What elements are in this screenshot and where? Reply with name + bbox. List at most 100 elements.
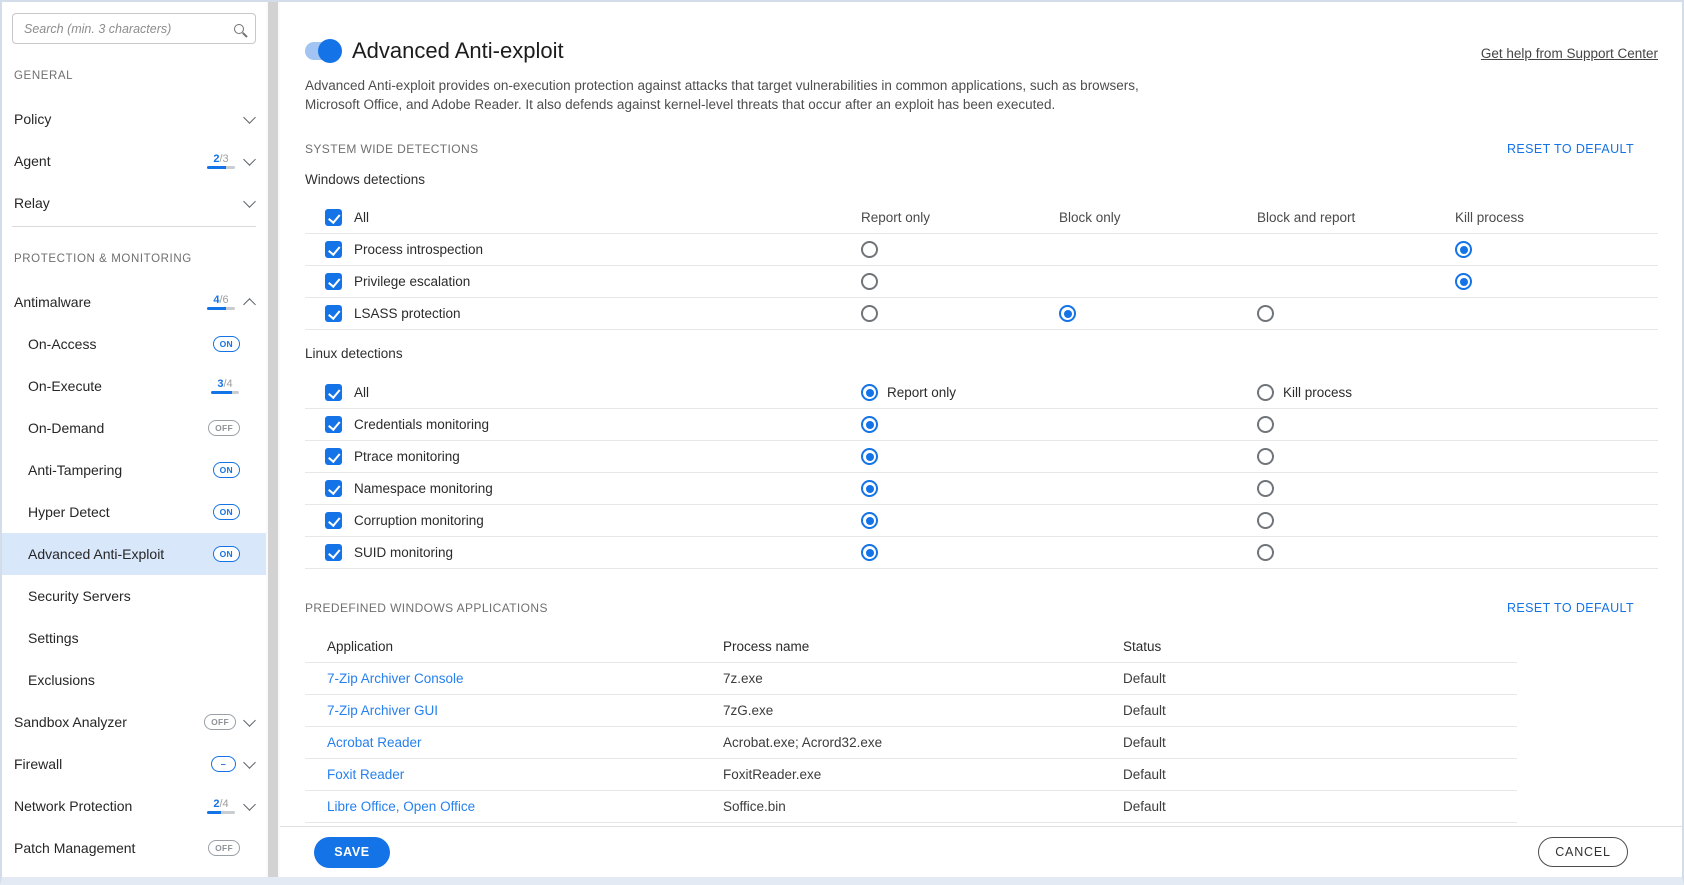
sidebar-item-antimalware[interactable]: Antimalware 4/6 (2, 281, 266, 323)
reset-to-default-button[interactable]: RESET TO DEFAULT (1507, 601, 1634, 615)
advanced-anti-exploit-toggle[interactable] (305, 39, 342, 63)
sidebar-item-label: Relay (14, 195, 50, 211)
radio-report-only[interactable] (861, 273, 878, 290)
progress-badge-text: 2/4 (213, 798, 229, 810)
column-header-process-name: Process name (723, 639, 810, 654)
sidebar-item-firewall[interactable]: Firewall – (2, 743, 266, 785)
radio-block-only[interactable] (1059, 305, 1076, 322)
checkbox-all[interactable] (325, 209, 342, 226)
status-value: Default (1123, 767, 1166, 782)
table-row: Libre Office, Open Office Soffice.bin Defa… (305, 791, 1517, 823)
sidebar-item-hyper-detect[interactable]: Hyper Detect ON (2, 491, 266, 533)
radio-report-only[interactable] (861, 384, 878, 401)
sidebar-item-sandbox-analyzer[interactable]: Sandbox Analyzer OFF (2, 701, 266, 743)
save-button[interactable]: SAVE (314, 836, 390, 868)
sidebar-item-patch-management[interactable]: Patch Management OFF (2, 827, 266, 869)
sidebar-item-meta: 2/3 (206, 152, 256, 169)
radio-kill-process[interactable] (1257, 512, 1274, 529)
radio-report-only[interactable] (861, 544, 878, 561)
checkbox-lsass-protection[interactable] (325, 305, 342, 322)
policy-settings-page: GENERAL Policy Agent 2/3 Relay PROTECTION & M… (0, 0, 1684, 885)
sidebar-item-meta (243, 110, 256, 124)
windows-detections-label: Windows detections (305, 172, 426, 187)
app-link-acrobat-reader[interactable]: Acrobat Reader (327, 735, 422, 750)
sidebar-item-settings[interactable]: Settings (2, 617, 266, 659)
checkbox-corruption-monitoring[interactable] (325, 512, 342, 529)
search-icon (234, 23, 244, 34)
radio-kill-process[interactable] (1257, 480, 1274, 497)
checkbox-ptrace-monitoring[interactable] (325, 448, 342, 465)
radio-report-only[interactable] (861, 448, 878, 465)
sidebar-item-security-servers[interactable]: Security Servers (2, 575, 266, 617)
radio-kill-process[interactable] (1257, 544, 1274, 561)
sidebar-item-label: On-Access (28, 336, 97, 352)
checkbox-privilege-escalation[interactable] (325, 273, 342, 290)
reset-to-default-button[interactable]: RESET TO DEFAULT (1507, 142, 1634, 156)
support-center-link[interactable]: Get help from Support Center (1481, 46, 1658, 61)
sidebar-item-agent[interactable]: Agent 2/3 (2, 140, 266, 182)
column-header-block-and-report: Block and report (1257, 210, 1356, 225)
detection-row: Privilege escalation (305, 266, 1658, 298)
toggle-knob-icon (318, 39, 342, 63)
radio-block-and-report[interactable] (1257, 305, 1274, 322)
sidebar-item-meta: OFF (204, 713, 256, 730)
checkbox-process-introspection[interactable] (325, 241, 342, 258)
sidebar-item-policy[interactable]: Policy (2, 98, 266, 140)
checkbox-credentials-monitoring[interactable] (325, 416, 342, 433)
search-input[interactable] (22, 20, 234, 37)
sidebar-item-relay[interactable]: Relay (2, 182, 266, 224)
app-link-7-zip-archiver-console[interactable]: 7-Zip Archiver Console (327, 671, 464, 686)
sidebar-item-meta: ON (212, 336, 240, 352)
sidebar-navigation: GENERAL Policy Agent 2/3 Relay PROTECTION & M… (2, 70, 266, 869)
sidebar-scrollbar[interactable] (266, 2, 280, 877)
radio-report-only[interactable] (861, 416, 878, 433)
status-badge-on: ON (212, 336, 240, 352)
sidebar-item-label: On-Demand (28, 420, 105, 436)
status-badge-off: OFF (208, 420, 240, 436)
sidebar-item-on-demand[interactable]: On-Demand OFF (2, 407, 266, 449)
sidebar-item-label: Advanced Anti-Exploit (28, 546, 165, 562)
detection-row: Process introspection (305, 234, 1658, 266)
detection-label: Ptrace monitoring (354, 449, 460, 464)
progress-badge: 3/4 (210, 378, 240, 394)
radio-kill-process[interactable] (1455, 273, 1472, 290)
status-value: Default (1123, 671, 1166, 686)
sidebar-search (12, 13, 256, 44)
checkbox-namespace-monitoring[interactable] (325, 480, 342, 497)
status-badge-off: OFF (208, 840, 240, 856)
radio-kill-process[interactable] (1257, 416, 1274, 433)
radio-report-only[interactable] (861, 512, 878, 529)
radio-kill-process[interactable] (1257, 448, 1274, 465)
app-link-foxit-reader[interactable]: Foxit Reader (327, 767, 404, 782)
app-link-libre-office-open-office[interactable]: Libre Office, Open Office (327, 799, 475, 814)
sidebar-item-exclusions[interactable]: Exclusions (2, 659, 266, 701)
column-header-report-only: Report only (861, 210, 931, 225)
table-row: Acrobat Reader Acrobat.exe; Acrord32.exe D… (305, 727, 1517, 759)
checkbox-all[interactable] (325, 384, 342, 401)
status-value: Default (1123, 703, 1166, 718)
radio-report-only[interactable] (861, 305, 878, 322)
process-name: Soffice.bin (723, 799, 786, 814)
detection-row: Ptrace monitoring (305, 441, 1658, 473)
app-link-7-zip-archiver-gui[interactable]: 7-Zip Archiver GUI (327, 703, 438, 718)
radio-kill-process[interactable] (1455, 241, 1472, 258)
sidebar-item-on-access[interactable]: On-Access ON (2, 323, 266, 365)
section-label: PREDEFINED WINDOWS APPLICATIONS (305, 601, 548, 615)
sidebar-item-meta: ON (212, 504, 240, 520)
checkbox-suid-monitoring[interactable] (325, 544, 342, 561)
detection-row: Namespace monitoring (305, 473, 1658, 505)
sidebar-item-anti-tampering[interactable]: Anti-Tampering ON (2, 449, 266, 491)
linux-detections-table: All Report only Kill process Credentials mo… (305, 377, 1658, 569)
detection-label: Namespace monitoring (354, 481, 493, 496)
page-header: Advanced Anti-exploit (305, 38, 1658, 64)
sidebar-item-network-protection[interactable]: Network Protection 2/4 (2, 785, 266, 827)
detection-label: LSASS protection (354, 306, 461, 321)
radio-report-only[interactable] (861, 480, 878, 497)
radio-kill-process[interactable] (1257, 384, 1274, 401)
cancel-button[interactable]: CANCEL (1538, 837, 1628, 867)
sidebar-item-advanced-anti-exploit[interactable]: Advanced Anti-Exploit ON (2, 533, 266, 575)
sidebar-item-on-execute[interactable]: On-Execute 3/4 (2, 365, 266, 407)
scrollbar-thumb[interactable] (268, 2, 278, 877)
radio-report-only[interactable] (861, 241, 878, 258)
sidebar-group: Antimalware 4/6 On-Access ON On-Execute 3/4 On… (2, 281, 266, 869)
